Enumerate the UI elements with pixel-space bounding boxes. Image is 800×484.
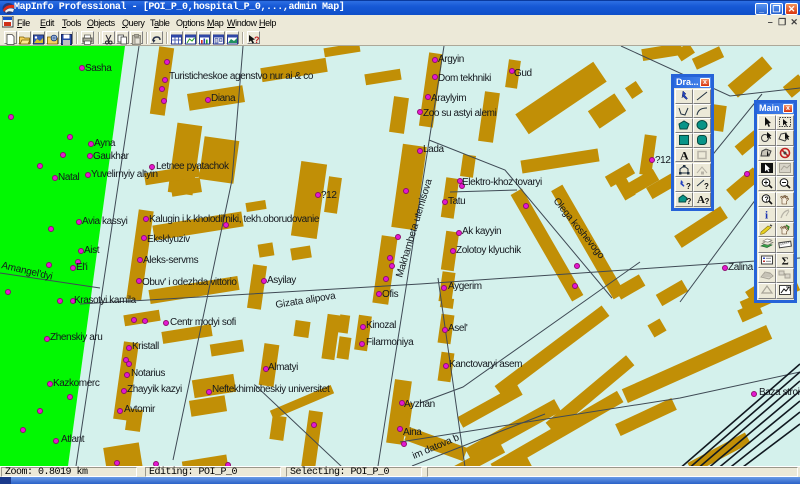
svg-text:Kanctovaryi asem: Kanctovaryi asem xyxy=(449,359,522,370)
svg-text:Σ: Σ xyxy=(782,255,789,266)
svg-text:?: ? xyxy=(687,197,692,205)
svg-text:Asel': Asel' xyxy=(448,323,468,334)
svg-text:Zalina: Zalina xyxy=(728,262,754,273)
svg-text:Kinozal: Kinozal xyxy=(366,320,396,331)
svg-text:Eksklyuziv: Eksklyuziv xyxy=(147,234,190,245)
svg-text:Lada: Lada xyxy=(423,144,444,155)
svg-text:Asyilay: Asyilay xyxy=(267,275,296,286)
svg-text:Kristall: Kristall xyxy=(132,341,159,352)
svg-text:Obuv' i odezhda vittorio: Obuv' i odezhda vittorio xyxy=(142,277,237,288)
svg-text:Yuvelirnyiy altyin: Yuvelirnyiy altyin xyxy=(91,169,158,180)
svg-text:Ofis: Ofis xyxy=(382,289,399,300)
svg-text:Filarmoniya: Filarmoniya xyxy=(366,337,414,348)
svg-text:?: ? xyxy=(705,197,710,205)
svg-text:Sasha: Sasha xyxy=(85,63,112,74)
svg-text:i: i xyxy=(765,209,768,220)
svg-text:Zolotoy klyuchik: Zolotoy klyuchik xyxy=(456,245,522,256)
svg-text:Baza stroit: Baza stroit xyxy=(759,387,800,398)
svg-text:Ayna: Ayna xyxy=(94,138,116,149)
svg-text:Natal: Natal xyxy=(58,172,80,183)
svg-text:Argyin: Argyin xyxy=(438,54,464,65)
svg-text:Notarius: Notarius xyxy=(131,368,165,379)
svg-text:Letnee pyatachok: Letnee pyatachok xyxy=(156,161,230,172)
svg-text:El'i: El'i xyxy=(76,262,88,273)
svg-text:?12: ?12 xyxy=(655,155,671,166)
svg-text:Kazkomerc: Kazkomerc xyxy=(53,378,100,389)
svg-text:A: A xyxy=(680,149,689,161)
svg-text:?: ? xyxy=(254,35,259,45)
svg-text:Zoo su astyi alemi: Zoo su astyi alemi xyxy=(423,108,497,119)
svg-text:Neftekhimicheskiy universitet: Neftekhimicheskiy universitet xyxy=(212,384,330,395)
svg-text:Almatyi: Almatyi xyxy=(268,362,298,373)
svg-text:Zhenskiy aru: Zhenskiy aru xyxy=(50,332,102,343)
svg-text:Aygerim: Aygerim xyxy=(448,281,482,292)
svg-text:Atlant: Atlant xyxy=(61,434,85,445)
svg-text:Aist: Aist xyxy=(84,245,100,256)
svg-text:?: ? xyxy=(765,196,769,203)
svg-text:Avtomir: Avtomir xyxy=(124,404,156,415)
svg-text:Zhayyik kazyi: Zhayyik kazyi xyxy=(127,384,182,395)
svg-text:Ayzhan: Ayzhan xyxy=(404,399,435,410)
svg-text:Dom tekhniki: Dom tekhniki xyxy=(438,73,491,84)
svg-text:Avia kassyi: Avia kassyi xyxy=(82,216,128,227)
svg-text:?12: ?12 xyxy=(321,190,337,201)
svg-text:Gaukhar: Gaukhar xyxy=(93,151,130,162)
svg-text:Tatu: Tatu xyxy=(448,196,465,207)
svg-text:Elektro-khoz tovaryi: Elektro-khoz tovaryi xyxy=(462,177,542,188)
svg-text:Krasotyi kamila: Krasotyi kamila xyxy=(74,295,137,306)
svg-text:Centr modyi sofi: Centr modyi sofi xyxy=(170,317,236,328)
svg-text:?: ? xyxy=(704,182,709,190)
svg-text:?: ? xyxy=(686,182,691,190)
svg-text:Aleks-servms: Aleks-servms xyxy=(143,255,199,266)
svg-text:Diana: Diana xyxy=(211,93,236,104)
svg-text:Kalugin i.k kholodil'niki, tek: Kalugin i.k kholodil'niki, tekh.oborudov… xyxy=(149,214,320,225)
svg-text:Araylyim: Araylyim xyxy=(431,93,466,104)
svg-text:Aina: Aina xyxy=(403,427,422,438)
svg-text:Ak kayyin: Ak kayyin xyxy=(462,226,501,237)
svg-text:Gud: Gud xyxy=(514,68,532,79)
svg-text:Turisticheskoe agenstvo nur ai: Turisticheskoe agenstvo nur ai & co xyxy=(169,71,314,82)
